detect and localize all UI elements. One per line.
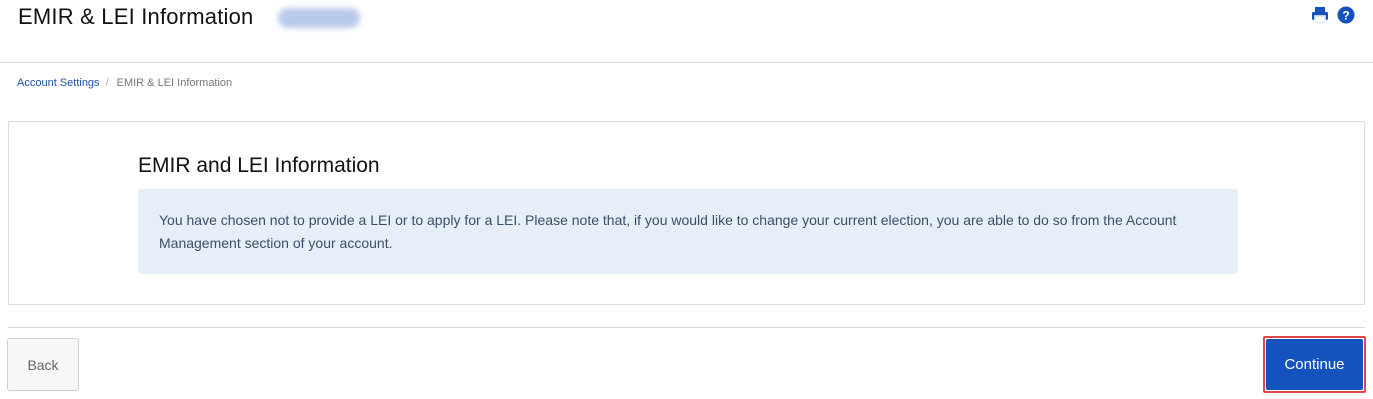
breadcrumb: Account Settings / EMIR & LEI Informatio…: [17, 77, 232, 89]
print-icon[interactable]: [1311, 6, 1329, 24]
svg-text:?: ?: [1342, 9, 1349, 23]
breadcrumb-separator: /: [105, 77, 109, 89]
page-title: EMIR & LEI Information: [18, 4, 254, 29]
back-button[interactable]: Back: [7, 338, 79, 391]
header-actions: ?: [1311, 6, 1355, 24]
panel-title: EMIR and LEI Information: [138, 154, 380, 177]
emir-lei-panel: EMIR and LEI Information You have chosen…: [8, 121, 1365, 305]
info-message: You have chosen not to provide a LEI or …: [138, 189, 1238, 274]
footer-divider: [8, 327, 1365, 328]
continue-button[interactable]: Continue: [1266, 339, 1363, 390]
redacted-account-id: [278, 8, 360, 28]
breadcrumb-account-settings[interactable]: Account Settings: [17, 77, 100, 89]
breadcrumb-current: EMIR & LEI Information: [116, 77, 233, 89]
continue-button-highlight: Continue: [1263, 336, 1366, 393]
page-header: EMIR & LEI Information ?: [0, 0, 1373, 63]
help-icon[interactable]: ?: [1337, 6, 1355, 24]
